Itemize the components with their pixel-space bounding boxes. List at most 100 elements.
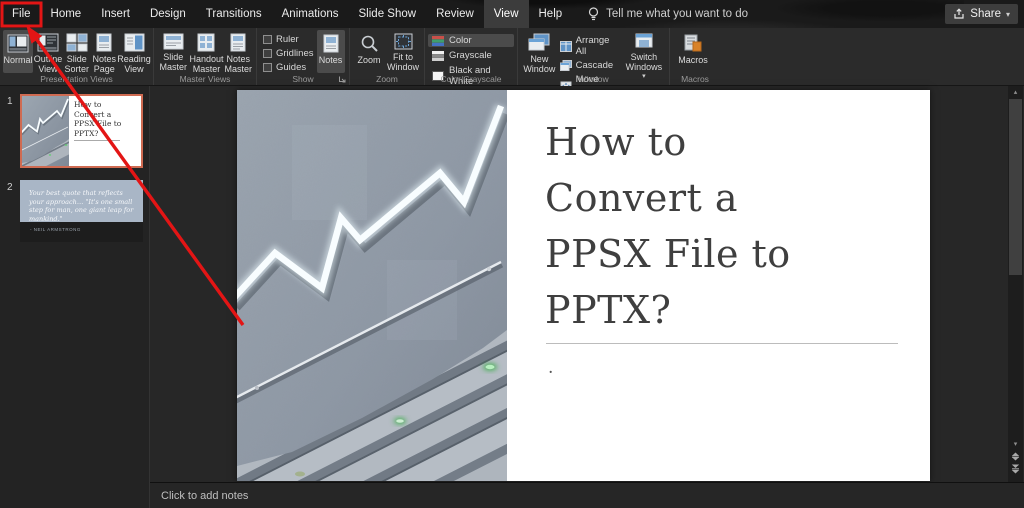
grayscale-button[interactable]: Grayscale [428,49,514,62]
notes-master-button[interactable]: Notes Master [223,30,253,73]
title-underline [546,343,898,344]
ribbon-view-tab: Normal Outline View Slide Sorter Notes P… [0,28,1024,86]
scroll-down-icon[interactable]: ▾ [1008,438,1023,451]
editor-canvas: How to Convert a PPSX File to PPTX? . ▴ … [0,86,1024,508]
gridlines-checkbox[interactable]: Gridlines [263,48,314,59]
notes-button[interactable]: Notes [317,30,345,73]
slide-sorter-button[interactable]: Slide Sorter [63,30,91,73]
button-label: Cascade [576,60,614,71]
tab-view[interactable]: View [484,0,529,28]
slide-master-button[interactable]: Slide Master [157,30,189,73]
normal-view-button[interactable]: Normal [3,30,33,73]
slide-title-textbox[interactable]: How to Convert a PPSX File to PPTX? [545,114,791,338]
tab-review[interactable]: Review [426,0,484,28]
tab-design[interactable]: Design [140,0,196,28]
handout-master-button[interactable]: Handout Master [189,30,223,73]
checkbox-icon [263,35,272,44]
button-label: Outline View [34,54,63,74]
scroll-up-icon[interactable]: ▴ [1008,86,1023,99]
tab-help[interactable]: Help [529,0,573,28]
guides-checkbox[interactable]: Guides [263,62,314,73]
button-label: Handout Master [189,54,223,74]
notes-placeholder[interactable]: Click to add notes [150,483,1024,502]
title-line: PPSX File to [545,226,791,282]
button-label: Normal [4,55,33,65]
tell-me-box[interactable]: Tell me what you want to do [588,0,748,28]
macros-button[interactable]: Macros [673,30,713,73]
normal-view-icon [7,33,29,53]
notes-page-button[interactable]: Notes Page [91,30,119,73]
new-window-button[interactable]: New Window [521,30,558,73]
button-label: Slide Master [158,52,188,72]
powerpoint-window: File Home Insert Design Transitions Anim… [0,0,1024,508]
group-label: Window [518,74,669,84]
notes-master-icon [230,33,246,52]
switch-windows-button[interactable]: Switch Windows ▾ [622,30,666,73]
button-label: Fit to Window [386,52,420,72]
cascade-icon [560,60,572,71]
tab-slide-show[interactable]: Slide Show [349,0,427,28]
thumbnail-title: How to Convert a PPSX File to PPTX? [69,96,123,166]
next-slide-icon[interactable] [1011,464,1020,474]
title-line: Convert a [545,170,791,226]
group-master-views: Slide Master Handout Master Notes Master… [154,28,257,85]
scrollbar-thumb[interactable] [1009,99,1022,275]
checkbox-label: Guides [276,62,306,73]
tab-home[interactable]: Home [41,0,92,28]
outline-view-icon [37,33,59,52]
button-label: Switch Windows [623,52,665,72]
tab-animations[interactable]: Animations [272,0,349,28]
zoom-icon [360,33,379,53]
zoom-button[interactable]: Zoom [353,30,385,73]
slide-master-icon [163,33,184,50]
ruler-checkbox[interactable]: Ruler [263,34,314,45]
button-label: Notes Master [224,54,252,74]
tab-insert[interactable]: Insert [91,0,140,28]
new-window-icon [528,33,550,52]
arrange-all-button[interactable]: Arrange All [558,34,622,58]
group-window: New Window Arrange All Cascade [518,28,670,85]
color-button[interactable]: Color [428,34,514,47]
button-label: Reading View [117,54,151,74]
handout-master-icon [197,33,215,52]
button-label: Macros [678,55,708,65]
title-menu-bar: File Home Insert Design Transitions Anim… [0,0,1024,28]
thumbnail-title-underline [74,140,120,141]
button-label: Color [449,35,472,46]
group-label: Macros [670,74,720,84]
fit-to-window-button[interactable]: Fit to Window [385,30,421,73]
share-button[interactable]: Share ▾ [945,4,1018,24]
slide-thumbnail-1[interactable]: How to Convert a PPSX File to PPTX? [20,94,143,168]
slide-thumbnail-2[interactable]: Your best quote that reflects your appro… [20,180,143,242]
group-zoom: Zoom Fit to Window Zoom [350,28,425,85]
slide-photo-stairs-chart[interactable] [237,90,507,481]
slide-sorter-icon [66,33,88,52]
group-show: Ruler Gridlines Guides Notes [257,28,350,85]
arrange-all-icon [560,41,572,52]
tab-file[interactable]: File [2,0,41,28]
slide-number: 2 [7,182,13,193]
group-label: Show [257,74,349,84]
cascade-button[interactable]: Cascade [558,59,622,72]
group-label: Color/Grayscale [425,74,517,84]
group-presentation-views: Normal Outline View Slide Sorter Notes P… [0,28,154,85]
reading-view-button[interactable]: Reading View [118,30,150,73]
tab-transitions[interactable]: Transitions [196,0,272,28]
slide-subtitle-textbox[interactable]: . [548,358,553,378]
checkbox-icon [263,49,272,58]
slide-canvas[interactable]: How to Convert a PPSX File to PPTX? . [237,90,930,481]
previous-slide-icon[interactable] [1011,452,1020,462]
tell-me-label: Tell me what you want to do [606,8,748,20]
title-line: PPTX? [545,282,791,338]
title-line: How to [545,114,791,170]
button-label: Notes [319,55,343,65]
vertical-scrollbar[interactable]: ▴ ▾ [1008,86,1023,482]
fit-to-window-icon [394,33,413,50]
group-label: Master Views [154,74,256,84]
button-label: Slide Sorter [64,54,90,74]
outline-view-button[interactable]: Outline View [33,30,63,73]
group-macros: Macros Macros [670,28,720,85]
thumbnail-quote: Your best quote that reflects your appro… [20,180,143,222]
notes-pane[interactable]: Click to add notes [150,482,1024,508]
group-color-grayscale: Color Grayscale Black and White Color/Gr… [425,28,518,85]
